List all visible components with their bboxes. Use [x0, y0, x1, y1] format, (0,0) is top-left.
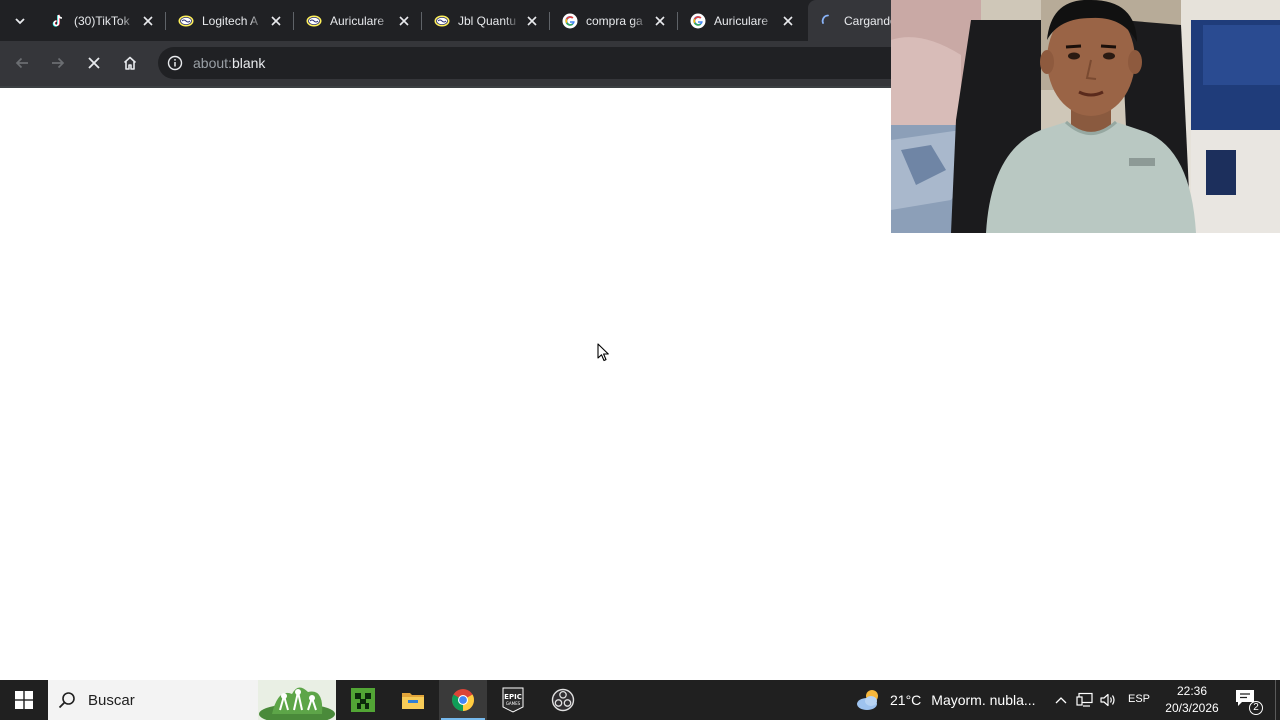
tab-jbl-quantum[interactable]: Jbl Quantu — [422, 0, 550, 41]
arrow-left-icon — [15, 57, 28, 69]
weather-description: Mayorm. nubla... — [931, 692, 1036, 708]
address-url[interactable]: about:blank — [193, 55, 265, 71]
back-button[interactable] — [8, 49, 36, 77]
search-highlight-art-icon — [258, 680, 336, 720]
webcam-person-image — [891, 0, 1280, 233]
minecraft-icon — [351, 688, 375, 712]
tab-title: Auriculare — [330, 13, 385, 28]
mercadolibre-icon — [306, 13, 322, 29]
weather-temperature: 21°C — [890, 692, 922, 708]
show-desktop-button[interactable] — [1275, 680, 1276, 720]
url-scheme: about: — [193, 55, 232, 71]
epic-label-2: GAMES — [506, 701, 521, 706]
clock-time: 22:36 — [1176, 684, 1208, 698]
tiktok-icon — [50, 13, 66, 29]
tab-title: Logitech A — [202, 13, 259, 28]
search-placeholder: Buscar — [88, 692, 135, 709]
close-icon[interactable] — [140, 13, 156, 29]
webcam-overlay — [891, 0, 1280, 233]
search-icon — [58, 692, 75, 709]
tab-title: compra ga — [586, 13, 643, 28]
tab-auriculares-google[interactable]: Auriculare — [678, 0, 806, 41]
google-icon — [690, 13, 706, 29]
network-icon — [1076, 692, 1093, 707]
close-icon[interactable] — [652, 13, 668, 29]
clock[interactable]: 22:36 20/3/2026 — [1158, 683, 1226, 717]
obs-icon — [551, 688, 575, 712]
tab-auriculares-1[interactable]: Auriculare — [294, 0, 422, 41]
home-icon — [123, 56, 137, 70]
stop-loading-button[interactable] — [80, 49, 108, 77]
partly-cloudy-icon — [857, 690, 878, 710]
clock-date: 20/3/2026 — [1165, 701, 1219, 715]
close-icon[interactable] — [524, 13, 540, 29]
loading-spinner-icon — [820, 13, 836, 29]
arrow-right-icon — [52, 57, 65, 69]
windows-logo-icon — [15, 691, 33, 709]
volume-button[interactable] — [1098, 690, 1118, 710]
taskbar-epic-games[interactable]: EPIC GAMES — [489, 680, 537, 720]
taskbar-chrome[interactable] — [439, 680, 487, 720]
file-explorer-icon — [402, 693, 424, 709]
tab-search-button[interactable] — [6, 7, 34, 35]
tab-title: (30)TikTok — [74, 13, 130, 28]
close-icon[interactable] — [780, 13, 796, 29]
windows-taskbar: Buscar EPIC GAMES 21°C Mayorm. nubla... … — [0, 680, 1280, 720]
close-icon[interactable] — [396, 13, 412, 29]
taskbar-minecraft[interactable] — [339, 680, 387, 720]
tab-title: Auriculare — [714, 13, 769, 28]
close-icon — [88, 57, 100, 69]
tab-compra-google[interactable]: compra ga — [550, 0, 678, 41]
tab-tiktok[interactable]: (30)TikTok — [38, 0, 166, 41]
mouse-cursor-icon — [597, 343, 609, 362]
taskbar-search-box[interactable]: Buscar — [48, 680, 336, 720]
show-hidden-icons-button[interactable] — [1051, 690, 1071, 710]
tab-logitech[interactable]: Logitech A — [166, 0, 294, 41]
chevron-up-icon — [1055, 697, 1067, 704]
close-icon[interactable] — [268, 13, 284, 29]
info-icon[interactable] — [165, 53, 185, 73]
speaker-icon — [1100, 693, 1115, 707]
tab-title: Jbl Quantu — [458, 13, 517, 28]
url-host: blank — [231, 55, 266, 71]
epic-games-icon: EPIC GAMES — [502, 687, 524, 713]
start-button[interactable] — [0, 680, 48, 720]
forward-button[interactable] — [44, 49, 72, 77]
home-button[interactable] — [116, 49, 144, 77]
mercadolibre-icon — [434, 13, 450, 29]
epic-label: EPIC — [504, 693, 522, 701]
taskbar-obs[interactable] — [539, 680, 587, 720]
google-icon — [562, 13, 578, 29]
tab-list: (30)TikTok Logitech A Auriculare Jbl Qua… — [38, 0, 938, 41]
network-button[interactable] — [1075, 690, 1095, 710]
notification-count-badge: 2 — [1249, 701, 1263, 715]
input-language[interactable]: ESP — [1128, 693, 1150, 705]
mercadolibre-icon — [178, 13, 194, 29]
chevron-down-icon — [15, 18, 25, 25]
chrome-icon — [452, 689, 474, 711]
weather-widget[interactable]: 21°C Mayorm. nubla... — [856, 680, 1036, 720]
taskbar-file-explorer[interactable] — [389, 680, 437, 720]
